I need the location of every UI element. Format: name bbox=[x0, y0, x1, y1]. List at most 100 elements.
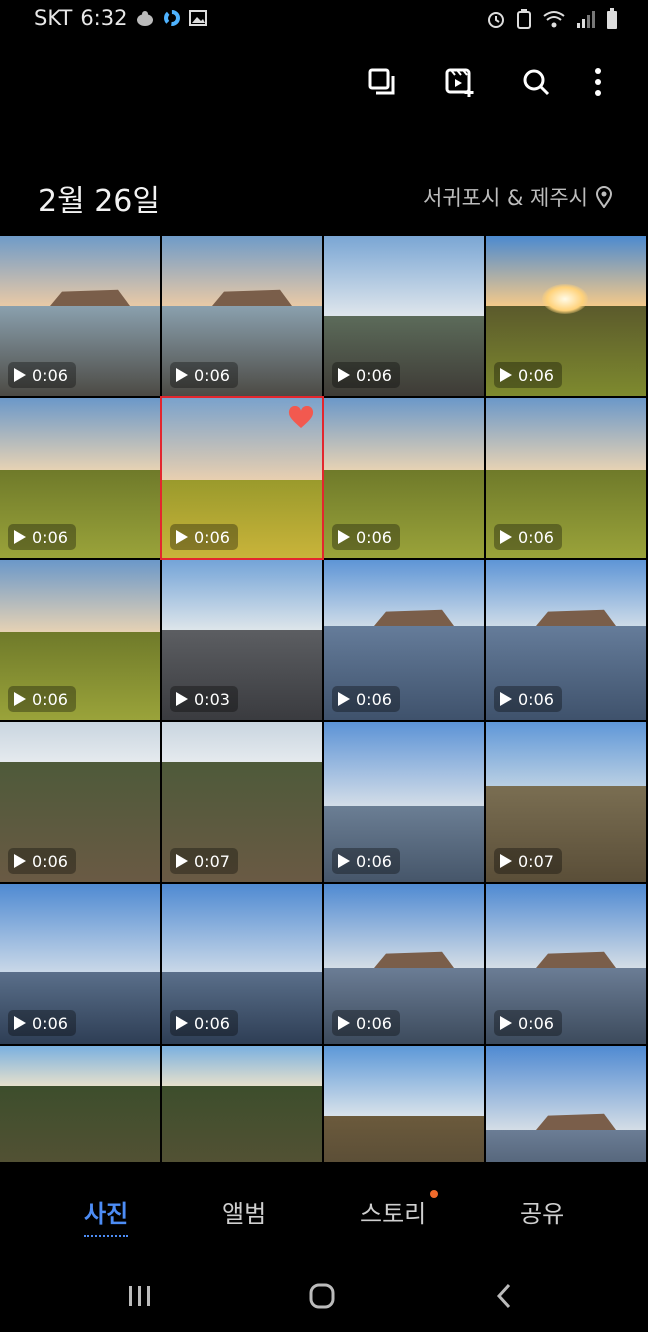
photo-thumbnail[interactable] bbox=[162, 1046, 322, 1162]
play-icon bbox=[500, 854, 512, 868]
photo-thumbnail[interactable]: 0:06 bbox=[324, 236, 484, 396]
thumbnail-ground bbox=[162, 1086, 322, 1162]
photo-thumbnail[interactable]: 0:06 bbox=[486, 398, 646, 558]
tab-photos[interactable]: 사진 bbox=[84, 1194, 129, 1237]
color-ring-icon bbox=[164, 10, 181, 26]
tab-sharing[interactable]: 공유 bbox=[520, 1194, 564, 1229]
thumbnail-sky bbox=[162, 722, 322, 762]
location-label[interactable]: 서귀포시 & 제주시 bbox=[423, 182, 612, 212]
thumbnail-sky bbox=[162, 560, 322, 630]
photo-thumbnail[interactable] bbox=[324, 1046, 484, 1162]
play-icon bbox=[14, 368, 26, 382]
play-icon bbox=[176, 692, 188, 706]
alarm-icon bbox=[488, 12, 504, 28]
video-duration: 0:07 bbox=[194, 851, 230, 871]
video-duration: 0:06 bbox=[32, 851, 68, 871]
tab-albums[interactable]: 앨범 bbox=[222, 1194, 266, 1229]
tab-stories[interactable]: 스토리 bbox=[360, 1190, 439, 1229]
photo-thumbnail[interactable]: 0:06 bbox=[324, 884, 484, 1044]
signal-icon bbox=[577, 11, 595, 28]
recent-apps-icon bbox=[129, 1286, 150, 1306]
video-duration: 0:06 bbox=[356, 527, 392, 547]
photo-thumbnail[interactable]: 0:06 bbox=[324, 560, 484, 720]
back-button[interactable] bbox=[480, 1276, 528, 1316]
photo-thumbnail[interactable]: 0:06 bbox=[324, 722, 484, 882]
select-button[interactable] bbox=[358, 58, 406, 106]
favorite-heart-icon[interactable] bbox=[288, 406, 314, 430]
play-icon bbox=[338, 692, 350, 706]
search-button[interactable] bbox=[512, 58, 560, 106]
video-duration-badge: 0:06 bbox=[8, 686, 76, 712]
thumbnail-ground bbox=[486, 1130, 646, 1162]
photo-thumbnail[interactable]: 0:06 bbox=[486, 884, 646, 1044]
photo-thumbnail[interactable]: 0:06 bbox=[160, 396, 324, 560]
battery-icon bbox=[607, 8, 617, 29]
toolbar bbox=[0, 58, 648, 106]
video-duration-badge: 0:06 bbox=[494, 524, 562, 550]
play-icon bbox=[176, 530, 188, 544]
thumbnail-ground bbox=[324, 1116, 484, 1162]
thumbnail-sun bbox=[542, 284, 588, 314]
home-button[interactable] bbox=[298, 1276, 346, 1316]
photo-thumbnail[interactable]: 0:06 bbox=[162, 884, 322, 1044]
thumbnail-sky bbox=[324, 722, 484, 806]
wifi-icon bbox=[543, 11, 565, 28]
video-duration-badge: 0:07 bbox=[494, 848, 562, 874]
video-duration-badge: 0:06 bbox=[332, 848, 400, 874]
video-duration-badge: 0:06 bbox=[332, 524, 400, 550]
photo-thumbnail[interactable]: 0:07 bbox=[162, 722, 322, 882]
create-video-icon bbox=[445, 68, 474, 97]
video-duration-badge: 0:06 bbox=[170, 362, 238, 388]
photo-thumbnail[interactable]: 0:06 bbox=[0, 884, 160, 1044]
status-right bbox=[486, 8, 618, 30]
photo-thumbnail[interactable] bbox=[486, 1046, 646, 1162]
create-video-button[interactable] bbox=[436, 58, 484, 106]
photo-thumbnail[interactable]: 0:03 bbox=[162, 560, 322, 720]
video-duration-badge: 0:06 bbox=[8, 362, 76, 388]
photo-thumbnail[interactable]: 0:06 bbox=[324, 398, 484, 558]
photo-thumbnail[interactable]: 0:07 bbox=[486, 722, 646, 882]
video-duration-badge: 0:06 bbox=[8, 848, 76, 874]
tab-photos-label: 사진 bbox=[84, 1200, 129, 1228]
play-icon bbox=[338, 1016, 350, 1030]
photo-thumbnail[interactable]: 0:06 bbox=[0, 560, 160, 720]
search-icon bbox=[523, 69, 550, 96]
status-left: SKT 6:32 bbox=[34, 6, 208, 30]
thumbnail-sky bbox=[486, 722, 646, 786]
play-icon bbox=[14, 1016, 26, 1030]
thumbnail-sky bbox=[324, 1046, 484, 1116]
video-duration: 0:06 bbox=[518, 365, 554, 385]
photo-thumbnail[interactable]: 0:06 bbox=[162, 236, 322, 396]
thumbnail-sky bbox=[0, 722, 160, 762]
clock: 6:32 bbox=[80, 6, 128, 30]
more-options-button[interactable] bbox=[574, 58, 622, 106]
location-pin-icon bbox=[596, 186, 612, 208]
notification-app-icon bbox=[137, 11, 154, 26]
status-bar: SKT 6:32 bbox=[0, 0, 648, 40]
thumbnail-sky bbox=[0, 1046, 160, 1086]
video-duration-badge: 0:06 bbox=[332, 1010, 400, 1036]
photo-thumbnail[interactable]: 0:06 bbox=[0, 398, 160, 558]
date-title: 2월 26일 bbox=[38, 184, 160, 219]
photo-grid: 0:06 0:06 0:06 0:06 0:06 0:06 0:06 0:06 0:06 0:03… bbox=[0, 236, 648, 1162]
photo-thumbnail[interactable]: 0:06 bbox=[486, 560, 646, 720]
photo-thumbnail[interactable]: 0:06 bbox=[0, 236, 160, 396]
more-icon bbox=[595, 68, 601, 96]
bottom-navigation: 사진 앨범 스토리 공유 bbox=[0, 1162, 648, 1260]
video-duration-badge: 0:06 bbox=[8, 1010, 76, 1036]
play-icon bbox=[176, 1016, 188, 1030]
video-duration-badge: 0:06 bbox=[332, 686, 400, 712]
play-icon bbox=[14, 692, 26, 706]
video-duration: 0:06 bbox=[194, 527, 230, 547]
photo-thumbnail[interactable]: 0:06 bbox=[486, 236, 646, 396]
recent-apps-button[interactable] bbox=[116, 1276, 164, 1316]
video-duration: 0:06 bbox=[356, 365, 392, 385]
photo-thumbnail[interactable]: 0:06 bbox=[0, 722, 160, 882]
photo-thumbnail[interactable] bbox=[0, 1046, 160, 1162]
video-duration-badge: 0:06 bbox=[332, 362, 400, 388]
video-duration: 0:06 bbox=[194, 365, 230, 385]
new-badge-dot bbox=[430, 1190, 439, 1198]
video-duration-badge: 0:06 bbox=[494, 362, 562, 388]
select-icon bbox=[368, 68, 395, 95]
video-duration: 0:06 bbox=[356, 689, 392, 709]
